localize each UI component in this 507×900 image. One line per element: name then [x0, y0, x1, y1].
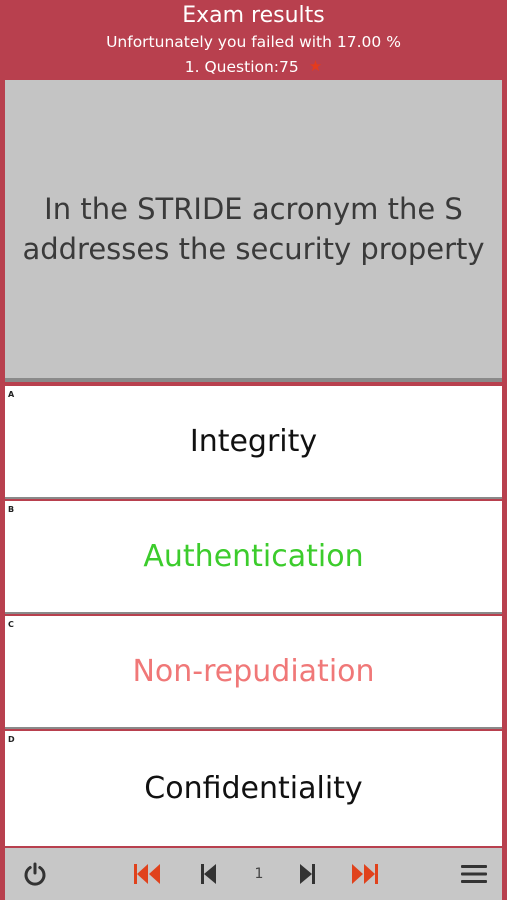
answer-text: Authentication [143, 539, 364, 574]
answer-option-b[interactable]: B Authentication [5, 501, 502, 614]
answer-text: Non-repudiation [132, 654, 375, 689]
bottom-toolbar: 1 [5, 848, 502, 900]
exam-results-title: Exam results [182, 3, 325, 28]
question-text: In the STRIDE acronym the S addresses th… [22, 192, 485, 266]
first-page-icon[interactable] [130, 848, 166, 900]
results-header: Exam results Unfortunately you failed wi… [0, 0, 507, 80]
menu-icon[interactable] [456, 848, 492, 900]
answer-option-c[interactable]: C Non-repudiation [5, 616, 502, 729]
star-icon[interactable]: ★ [309, 57, 322, 75]
page-number: 1 [254, 866, 264, 882]
next-icon[interactable] [289, 848, 325, 900]
result-summary: Unfortunately you failed with 17.00 % [106, 33, 401, 51]
question-indicator: 1. Question:75 ★ [0, 55, 507, 78]
answer-text: Confidentiality [144, 771, 363, 806]
question-panel: In the STRIDE acronym the S addresses th… [5, 80, 502, 382]
answer-option-d[interactable]: D Confidentiality [5, 731, 502, 846]
answer-text: Integrity [189, 424, 318, 459]
question-label: 1. Question:75 [184, 58, 299, 76]
last-page-icon[interactable] [346, 848, 382, 900]
power-icon[interactable] [17, 848, 53, 900]
answer-option-a[interactable]: A Integrity [5, 386, 502, 499]
previous-icon[interactable] [191, 848, 227, 900]
